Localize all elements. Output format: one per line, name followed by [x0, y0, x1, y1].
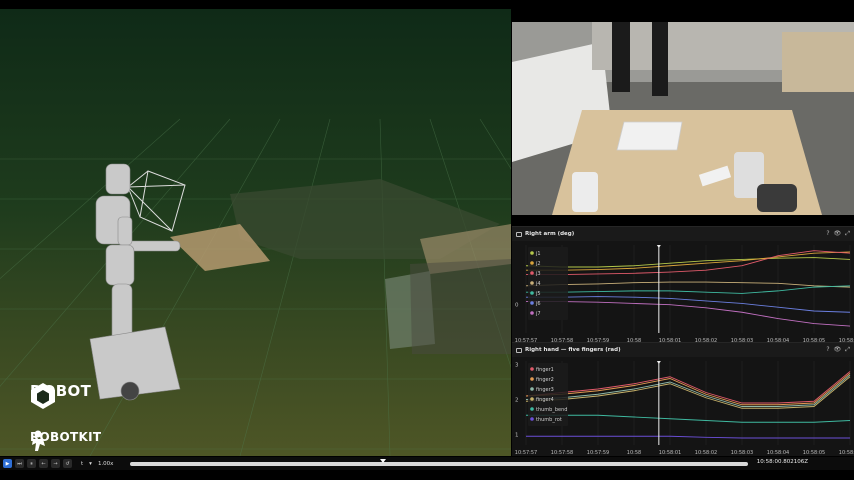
- plot-icon: [516, 347, 522, 353]
- legend-swatch-j7: [530, 311, 534, 315]
- visibility-icon[interactable]: 👁: [834, 346, 842, 354]
- legend-swatch-j5: [530, 291, 534, 295]
- right-arm-plot-title: Right arm (deg): [525, 231, 575, 237]
- legend-label-j2: j2: [535, 261, 541, 267]
- help-icon[interactable]: ?: [826, 346, 829, 354]
- series-line-j7: [526, 301, 851, 327]
- series-line-j4: [525, 281, 851, 288]
- chevron-down-icon[interactable]: ▾: [89, 461, 92, 467]
- series-line-thumb_rot: [526, 435, 850, 439]
- camera-frustum: [127, 170, 186, 232]
- right-arm-plot-panel[interactable]: Right arm (deg) ? 👁 ⤢ 0 10:57:57 10:57:58 1…: [512, 226, 854, 344]
- app-root: DOBOT ROBOTKIT Right arm (deg) ? 👁 ⤢ 0 1…: [0, 0, 854, 480]
- camera-view[interactable]: [512, 22, 854, 215]
- legend-label-j5: j5: [535, 291, 541, 297]
- legend-swatch-thumb_bend: [530, 407, 534, 411]
- point-cloud-floor: [410, 259, 511, 354]
- legend-label-thumb_bend: thumb_bend: [536, 407, 567, 413]
- camera-image: [512, 22, 854, 215]
- legend-label-j4: j4: [535, 281, 541, 287]
- loop-button[interactable]: ↺: [63, 459, 72, 468]
- expand-icon[interactable]: ⤢: [845, 230, 850, 238]
- y-tick-label: 3: [515, 363, 519, 369]
- x-tick-label: 10:58:01: [659, 450, 681, 456]
- legend-swatch-j4: [530, 281, 534, 285]
- time-cursor-handle: [656, 245, 661, 248]
- visibility-icon[interactable]: 👁: [834, 230, 842, 238]
- right-hand-plot-panel[interactable]: Right hand — five fingers (rad) ? 👁 ⤢ 3 2…: [512, 342, 854, 456]
- legend-swatch-finger2: [530, 377, 534, 381]
- series-line-j1: [525, 257, 851, 268]
- legend-swatch-j3: [530, 271, 534, 275]
- right-arm-chart[interactable]: 010:57:57 10:57:58 10:57:59 10:58 10:58:01 10…: [512, 241, 854, 345]
- dobot-logo: DOBOT: [30, 382, 91, 409]
- play-button[interactable]: ▶: [3, 459, 12, 468]
- step-next-button[interactable]: →: [51, 459, 60, 468]
- y-tick-label: 0: [515, 303, 519, 309]
- legend-label-finger3: finger3: [536, 387, 554, 393]
- legend-box: [528, 247, 568, 320]
- x-tick-label: 10:57:57: [515, 450, 537, 456]
- robot-model: [89, 163, 181, 401]
- y-tick-label: 1: [515, 433, 519, 439]
- step-forward-button[interactable]: ⏭: [15, 459, 24, 468]
- time-cursor-handle: [656, 361, 661, 364]
- scrubber-handle[interactable]: [380, 459, 387, 463]
- x-tick-label: 10:58:03: [731, 450, 753, 456]
- legend-label-j6: j6: [535, 301, 541, 307]
- series-line-thumb_bend: [526, 414, 851, 423]
- pause-button[interactable]: ⏸: [27, 459, 36, 468]
- robot-figure-icon: [32, 430, 45, 451]
- right-arm-plot-tools: ? 👁 ⤢: [826, 230, 850, 238]
- x-tick-label: 10:58: [627, 450, 641, 456]
- legend-swatch-j6: [530, 301, 534, 305]
- plot-icon: [516, 231, 522, 237]
- legend-label-finger2: finger2: [536, 377, 554, 383]
- legend-swatch-finger1: [530, 367, 534, 371]
- x-tick-label: 10:58:02: [695, 450, 717, 456]
- step-back-button[interactable]: ←: [39, 459, 48, 468]
- right-hand-chart[interactable]: 3 2 1 10:57:57 10:57:58 10:57:59 10:58 10:58:01…: [512, 357, 854, 457]
- help-icon[interactable]: ?: [826, 230, 829, 238]
- right-hand-plot-header: Right hand — five fingers (rad): [512, 343, 854, 357]
- legend-label-j3: j3: [535, 271, 541, 277]
- legend-swatch-thumb_rot: [530, 417, 534, 421]
- x-tick-label: 10:58:04: [767, 450, 789, 456]
- 3d-viewport[interactable]: DOBOT ROBOTKIT: [0, 9, 511, 456]
- right-hand-plot-tools: ? 👁 ⤢: [826, 346, 850, 354]
- x-tick-label: 10:57:58: [551, 450, 573, 456]
- legend-swatch-j2: [530, 261, 534, 265]
- series-line-j6: [526, 296, 851, 313]
- current-time-readout: 10:58:00.802106Z: [756, 459, 808, 465]
- right-hand-plot-title: Right hand — five fingers (rad): [525, 347, 621, 353]
- series-line-j5: [526, 285, 851, 294]
- legend-label-j7: j7: [535, 311, 541, 317]
- x-tick-label: 10:58:06: [839, 450, 854, 456]
- right-arm-plot-header: Right arm (deg): [512, 227, 854, 241]
- legend-swatch-finger4: [530, 397, 534, 401]
- x-tick-label: 10:57:59: [587, 450, 609, 456]
- legend-swatch-finger3: [530, 387, 534, 391]
- legend-label-finger4: finger4: [536, 397, 554, 403]
- robotkit-logo: ROBOTKIT: [30, 430, 101, 451]
- x-tick-label: 10:58:05: [803, 450, 825, 456]
- timeline-mode-select[interactable]: t: [81, 461, 83, 467]
- expand-icon[interactable]: ⤢: [845, 346, 850, 354]
- playback-speed[interactable]: 1.00x: [98, 461, 114, 467]
- hexagon-logo-icon: [31, 383, 55, 409]
- y-tick-label: 2: [515, 398, 519, 404]
- legend-swatch-j1: [530, 251, 534, 255]
- legend-label-thumb_rot: thumb_rot: [536, 417, 562, 423]
- timeline-scrubber[interactable]: [130, 459, 748, 466]
- legend-label-finger1: finger1: [536, 367, 554, 373]
- legend-label-j1: j1: [535, 251, 541, 257]
